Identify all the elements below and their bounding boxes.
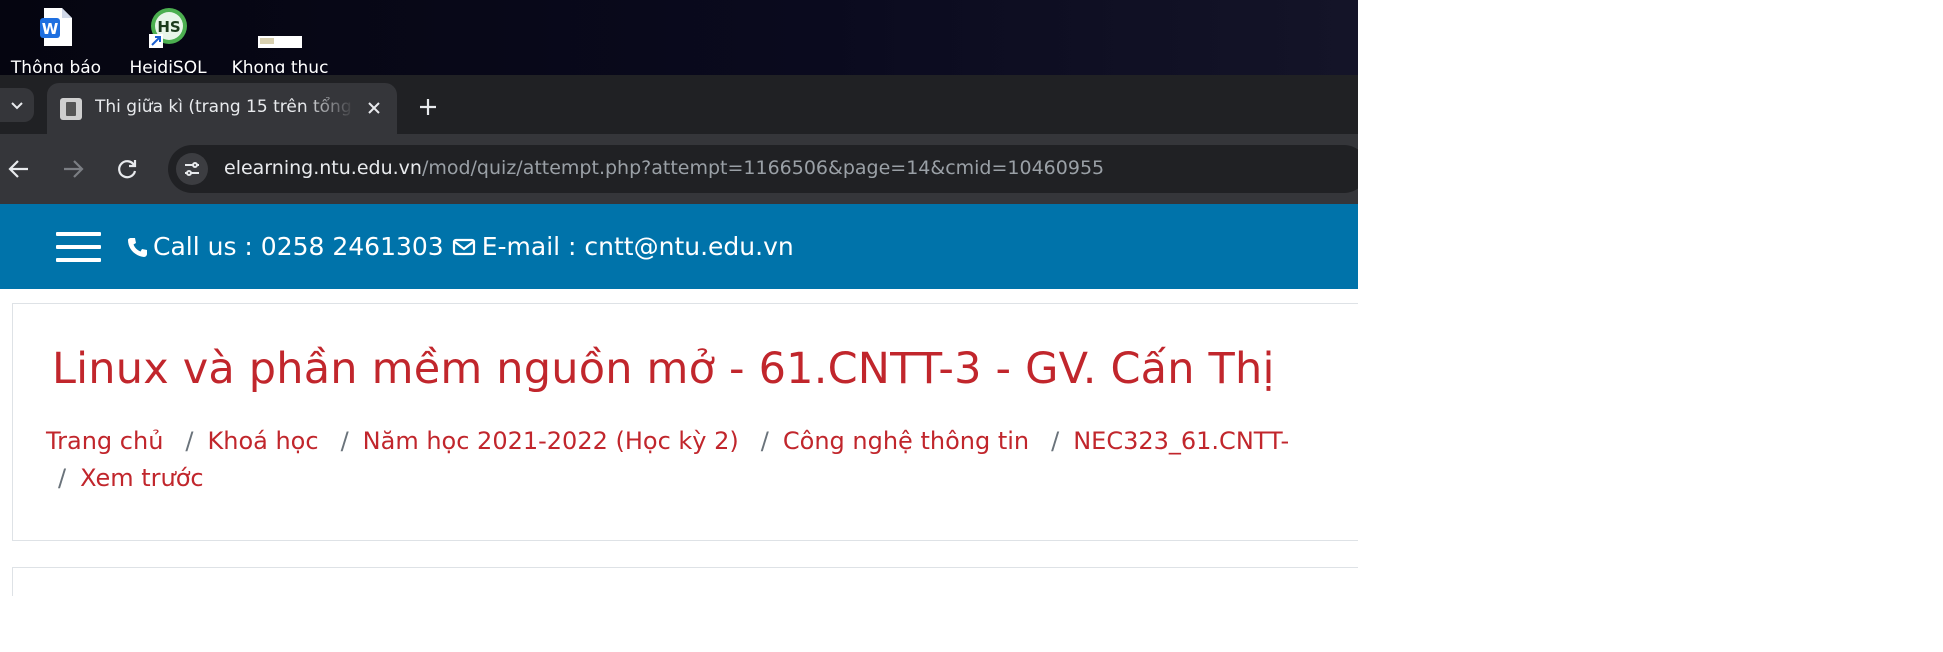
- desktop-shortcut-label: Khong thuc: [231, 58, 329, 73]
- hamburger-menu-icon[interactable]: [56, 232, 101, 266]
- svg-text:W: W: [42, 20, 59, 38]
- back-arrow-icon[interactable]: [6, 156, 32, 182]
- breadcrumb-link-course[interactable]: NEC323_61.CNTT-: [1073, 427, 1289, 455]
- breadcrumb-separator: /: [58, 464, 67, 492]
- tab-title: Thi giữa kì (trang 15 trên tổng số: [95, 97, 355, 117]
- desktop-shortcut-khong-thuc[interactable]: Khong thuc: [230, 6, 330, 73]
- breadcrumb-second-line: / Xem trước: [58, 464, 204, 492]
- browser-toolbar: elearning.ntu.edu.vn/mod/quiz/attempt.ph…: [0, 134, 1358, 204]
- breadcrumb-link-department[interactable]: Công nghệ thông tin: [783, 427, 1029, 455]
- close-icon[interactable]: [363, 97, 385, 119]
- breadcrumb-link-courses[interactable]: Khoá học: [208, 427, 319, 455]
- chevron-down-icon: [11, 102, 23, 110]
- screenshot-area: W Thông báo HS HeidiSQL Khong thuc Thi g…: [0, 0, 1358, 596]
- breadcrumb-link-home[interactable]: Trang chủ: [46, 427, 163, 455]
- email-text: E-mail : cntt@ntu.edu.vn: [481, 232, 794, 261]
- phone-text: Call us : 0258 2461303: [153, 232, 444, 261]
- phone-icon: [128, 237, 147, 257]
- word-icon: W: [6, 6, 106, 53]
- desktop-shortcut-label: Thông báo: [10, 58, 102, 73]
- browser-tab-active[interactable]: Thi giữa kì (trang 15 trên tổng số: [47, 83, 397, 134]
- desktop-shortcut-heidisql[interactable]: HS HeidiSQL: [118, 6, 218, 73]
- desktop-shortcut-label: HeidiSQL: [129, 58, 207, 73]
- tab-search-button[interactable]: [0, 88, 34, 122]
- favicon-icon: [60, 98, 82, 120]
- site-info-icon[interactable]: [176, 153, 208, 185]
- page-title: Linux và phần mềm nguồn mở - 61.CNTT-3 -…: [52, 344, 1275, 394]
- breadcrumb-separator: /: [1051, 427, 1060, 455]
- file-icon: [230, 6, 330, 53]
- new-tab-plus-icon[interactable]: [414, 93, 442, 121]
- url-text[interactable]: elearning.ntu.edu.vn/mod/quiz/attempt.ph…: [224, 157, 1104, 179]
- url-path: /mod/quiz/attempt.php?attempt=1166506&pa…: [421, 157, 1105, 179]
- heidisql-icon: HS: [118, 6, 218, 53]
- address-bar[interactable]: elearning.ntu.edu.vn/mod/quiz/attempt.ph…: [168, 145, 1358, 193]
- envelope-icon: [452, 238, 475, 255]
- contact-info: Call us : 0258 2461303 E-mail : cntt@ntu…: [127, 232, 794, 261]
- site-header: Call us : 0258 2461303 E-mail : cntt@ntu…: [0, 204, 1358, 289]
- breadcrumb-separator: /: [185, 427, 194, 455]
- breadcrumb-separator: /: [760, 427, 769, 455]
- desktop-strip: W Thông báo HS HeidiSQL Khong thuc: [0, 0, 1358, 75]
- desktop-shortcut-thong-bao[interactable]: W Thông báo: [6, 6, 106, 73]
- forward-arrow-icon[interactable]: [60, 156, 86, 182]
- page-header-card: Linux và phần mềm nguồn mở - 61.CNTT-3 -…: [12, 303, 1358, 541]
- breadcrumb-link-year[interactable]: Năm học 2021-2022 (Học kỳ 2): [363, 427, 739, 455]
- reload-icon[interactable]: [114, 156, 140, 182]
- svg-text:HS: HS: [157, 18, 180, 36]
- breadcrumb-separator: /: [340, 427, 349, 455]
- breadcrumb: Trang chủ / Khoá học / Năm học 2021-2022 (Họ…: [46, 427, 1289, 455]
- url-host: elearning.ntu.edu.vn: [224, 157, 422, 179]
- breadcrumb-link-preview[interactable]: Xem trước: [80, 464, 204, 492]
- browser-tab-bar: Thi giữa kì (trang 15 trên tổng số: [0, 75, 1358, 134]
- main-content-card: [12, 567, 1358, 596]
